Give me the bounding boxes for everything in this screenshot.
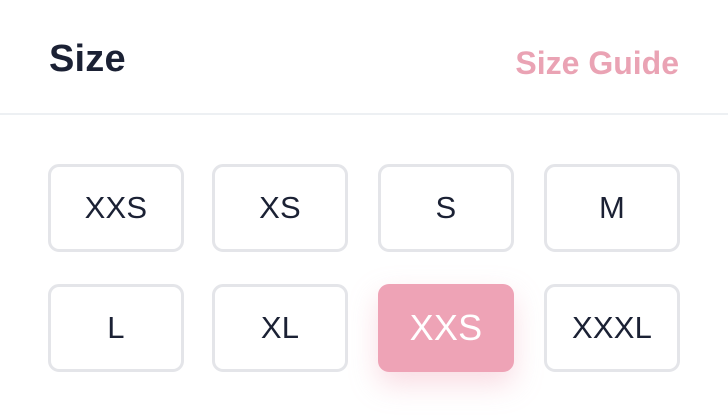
size-option-xs[interactable]: XS (212, 164, 348, 252)
size-option-xxs[interactable]: XXS (48, 164, 184, 252)
size-option-s[interactable]: S (378, 164, 514, 252)
size-option-l[interactable]: L (48, 284, 184, 372)
size-option-xl[interactable]: XL (212, 284, 348, 372)
size-options-grid: XXS XS S M L XL XXS XXXL (0, 0, 728, 420)
size-option-selected[interactable]: XXS (378, 284, 514, 372)
size-option-xxxl[interactable]: XXXL (544, 284, 680, 372)
size-option-m[interactable]: M (544, 164, 680, 252)
